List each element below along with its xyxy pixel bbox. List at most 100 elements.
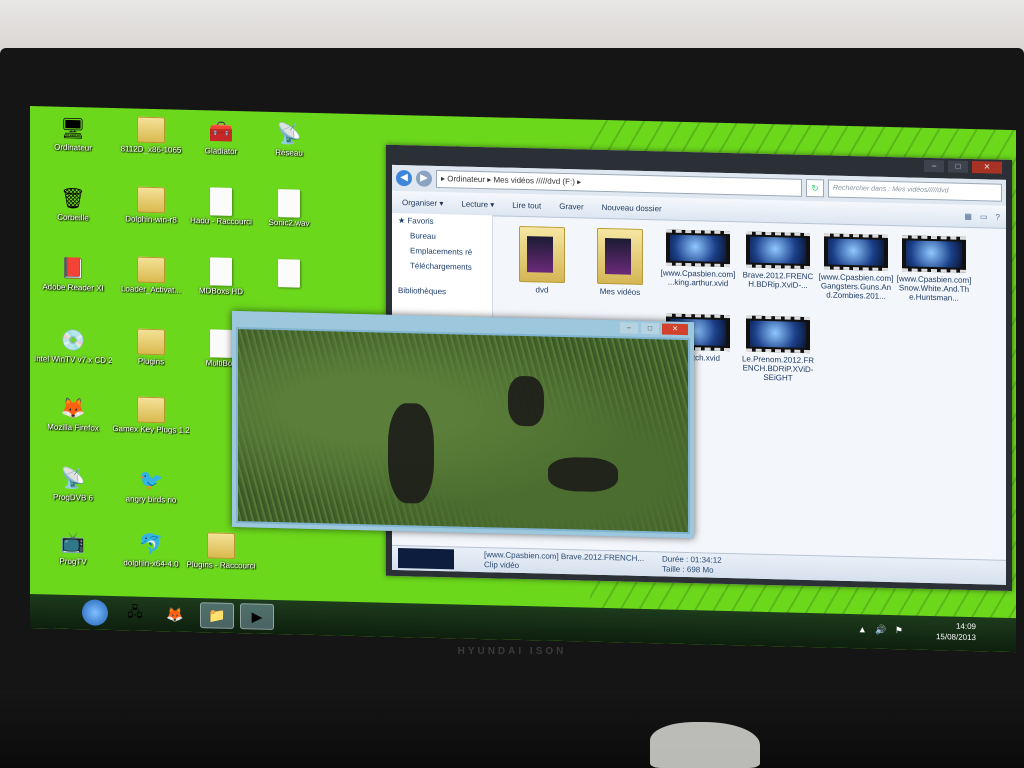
desktop-icon-label: Corbeille	[57, 212, 89, 223]
document-icon	[206, 256, 236, 287]
close-button[interactable]: ✕	[972, 161, 1002, 174]
video-figure-person	[388, 402, 434, 504]
desktop-icon-label: Dolphin-win-r8	[125, 214, 177, 225]
system-tray-icons[interactable]: ▲ 🔊 ⚑	[858, 624, 906, 636]
maximize-button[interactable]: □	[641, 322, 659, 335]
document-icon	[274, 258, 304, 289]
desktop-icon[interactable]: Plugins	[112, 326, 190, 367]
player-window-controls: – □ ✕	[620, 322, 688, 336]
folder-item[interactable]: dvd	[504, 225, 580, 296]
desktop-icon-label: dolphin-x64-4.0	[123, 558, 179, 569]
video-frame[interactable]	[238, 329, 688, 533]
organize-button[interactable]: Organiser ▾	[402, 198, 443, 208]
app-icon: 🧰	[208, 120, 234, 144]
file-caption: Mes vidéos	[599, 286, 641, 297]
play-all-button[interactable]: Lire tout	[512, 200, 541, 210]
nav-item-libraries[interactable]: Bibliothèques	[392, 283, 492, 300]
app-icon: 🐦	[138, 469, 164, 492]
desktop-icon[interactable]: Dolphin-win-r8	[112, 184, 190, 225]
folder-icon	[597, 227, 643, 285]
file-caption: Le.Prenom.2012.FRENCH.BDRiP.XViD-SEiGHT	[741, 354, 815, 383]
minimize-button[interactable]: –	[620, 322, 638, 334]
video-file-item[interactable]: Le.Prenom.2012.FRENCH.BDRiP.XViD-SEiGHT	[740, 315, 816, 383]
video-thumbnail-icon	[824, 233, 888, 271]
details-pane: [www.Cpasbien.com] Brave.2012.FRENCH... …	[392, 544, 1006, 585]
desktop-icon[interactable]: Plugins - Raccourci	[182, 530, 260, 571]
tray-clock[interactable]: 14:09 15/08/2013	[936, 620, 976, 643]
video-thumbnail-icon	[902, 235, 966, 273]
desktop-icon[interactable]: 💿 Intel WinTV v7.x CD 27	[34, 324, 112, 365]
desktop-icon-label: Hadu - Raccourci	[190, 215, 252, 227]
nav-item-downloads[interactable]: Téléchargements	[392, 258, 492, 275]
desktop-icon[interactable]: 🦊 Mozilla Firefox	[34, 392, 112, 433]
desktop-icon[interactable]: 8112D_x86-1065	[112, 114, 190, 155]
details-size: Taille : 698 Mo	[662, 564, 714, 575]
desktop-icon-label: Réseau	[275, 147, 303, 158]
explorer-window-controls: – □ ✕	[924, 159, 1002, 174]
search-input[interactable]: Rechercher dans : Mes vidéos/////dvd	[828, 179, 1002, 202]
burn-button[interactable]: Graver	[559, 201, 583, 211]
desktop-icon[interactable]: Sonic2.wav	[250, 187, 328, 228]
folder-icon	[136, 255, 166, 286]
desktop-icon-label: Gamex Key Plugs 1.2	[112, 424, 190, 435]
desktop-icon[interactable]: 📡 ProgDVB 6	[34, 462, 112, 503]
media-player-window[interactable]: – □ ✕	[232, 310, 694, 539]
new-folder-button[interactable]: Nouveau dossier	[602, 202, 662, 212]
nav-item-label: Favoris	[407, 216, 434, 226]
video-file-item[interactable]: [www.Cpasbien.com] Gangsters.Guns.And.Zo…	[818, 233, 894, 301]
desktop-icon[interactable]: MDBoxs HD	[182, 256, 260, 297]
desktop-icon[interactable]: 🧰 Gladiator	[182, 116, 260, 157]
desktop-icon[interactable]: 📡 Réseau	[250, 117, 328, 158]
desktop-icon[interactable]: 🐦 angry birds rio	[112, 464, 190, 505]
maximize-button[interactable]: □	[948, 160, 968, 173]
taskbar-network-icon[interactable]: 🖧	[118, 600, 152, 627]
desktop-icon[interactable]: 📺 ProgTV	[34, 526, 112, 567]
folder-item[interactable]: Mes vidéos	[582, 227, 658, 297]
video-file-item[interactable]: Brave.2012.FRENCH.BDRip.XviD-...	[740, 231, 816, 290]
file-caption: [www.Cpasbien.com] Gangsters.Guns.And.Zo…	[818, 272, 894, 301]
back-arrow-icon[interactable]: ◀	[396, 169, 412, 187]
desktop-icon[interactable]: 🖥 Ordinateur	[34, 112, 112, 153]
view-icon[interactable]: ▦	[964, 211, 972, 220]
desktop-icon[interactable]: Hadu - Raccourci	[182, 186, 260, 227]
desktop-icon[interactable]: 🗑 Corbeille	[34, 182, 112, 223]
app-icon: 🦊	[60, 397, 86, 420]
nav-item-label: Bibliothèques	[398, 285, 447, 297]
taskbar-explorer-icon[interactable]: 📁	[200, 602, 234, 629]
taskbar-media-player-icon[interactable]: ▶	[240, 603, 274, 630]
video-file-item[interactable]: [www.Cpasbien.com] ...king.arthur.xvid	[660, 229, 736, 288]
app-icon: 📺	[60, 531, 86, 554]
desktop-icon-label: angry birds rio	[125, 494, 177, 505]
desktop-icon-label: ProgTV	[59, 556, 87, 567]
app-icon: 🗑	[60, 187, 86, 210]
desktop-icon[interactable]: 🐬 dolphin-x64-4.0	[112, 528, 190, 569]
taskbar-firefox-icon[interactable]: 🦊	[158, 601, 192, 628]
desktop-icon[interactable]: Loader_Activat...	[112, 254, 190, 295]
nav-item-label: Téléchargements	[410, 261, 472, 272]
app-icon: 📕	[60, 257, 86, 280]
video-figure-wolf	[508, 375, 544, 427]
video-file-item[interactable]: [www.Cpasbien.com] Snow.White.And.The.Hu…	[896, 235, 972, 303]
app-icon: 🐬	[138, 533, 164, 556]
document-icon	[274, 188, 304, 219]
view-options: ▦ ▭ ?	[964, 211, 1000, 221]
desktop-icon[interactable]: 📕 Adobe Reader XI	[34, 252, 112, 293]
folder-icon	[136, 395, 166, 426]
refresh-icon[interactable]: ↻	[806, 178, 824, 198]
desktop-icon[interactable]	[250, 257, 328, 289]
desktop-icon-label: MDBoxs HD	[198, 286, 243, 297]
forward-arrow-icon[interactable]: ▶	[416, 170, 432, 187]
minimize-button[interactable]: –	[924, 159, 944, 173]
desktop-icon-label: Gladiator	[204, 146, 238, 157]
file-caption: [www.Cpasbien.com] Snow.White.And.The.Hu…	[896, 274, 972, 303]
preview-pane-icon[interactable]: ▭	[980, 212, 988, 221]
desktop-icon-label: Mozilla Firefox	[47, 422, 99, 433]
start-button-icon[interactable]	[82, 599, 108, 626]
close-button[interactable]: ✕	[662, 323, 688, 336]
app-icon: 📡	[276, 122, 302, 146]
help-icon[interactable]: ?	[996, 212, 1000, 221]
desktop-icon[interactable]: Gamex Key Plugs 1.2	[112, 394, 190, 435]
play-button[interactable]: Lecture ▾	[461, 199, 494, 209]
details-type: Clip vidéo	[484, 560, 520, 570]
desktop-icon-label: Intel WinTV v7.x CD 27	[34, 354, 112, 366]
